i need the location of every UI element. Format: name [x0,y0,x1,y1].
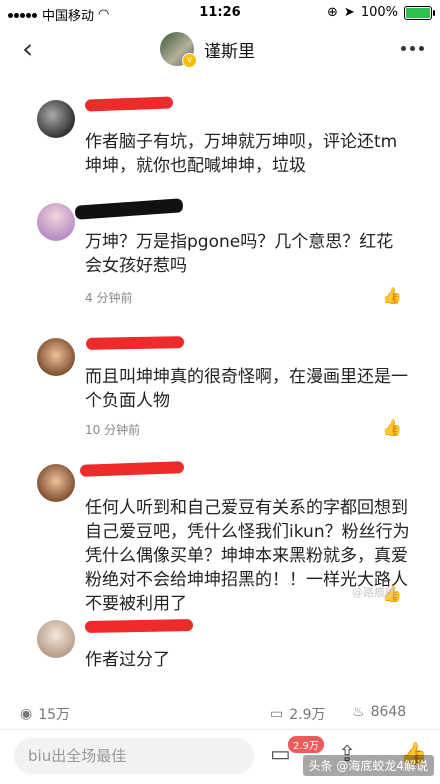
avatar[interactable] [37,203,75,241]
profile-header[interactable]: v 谨斯里 [160,32,255,68]
avatar[interactable] [37,464,75,502]
comment-icon: ▭ [270,706,284,722]
comment-text: 万坤？万是指pgone吗？几个意思？红花会女孩好惹吗 [85,232,394,276]
like-icon: ♨ [352,704,365,720]
footer-watermark: 头条 @海底蛟龙4解说 [302,755,434,776]
views-count: 15万 [38,707,71,723]
nav-bar: ‹ v 谨斯里 [0,26,440,74]
comment-text: 作者脑子有坑，万坤就万坤呗，评论还tm坤坤，就你也配喊坤坤，垃圾 [85,132,398,176]
redaction-mark [85,336,185,350]
eye-icon: ◉ [20,706,33,722]
verified-icon: v [182,53,197,68]
redaction-mark [74,198,184,220]
avatar[interactable]: v [160,32,197,68]
thumb-up-icon[interactable]: 👍 [382,286,402,305]
views-stat: ◉ 15万 [20,704,70,724]
redaction-mark [79,461,185,477]
comment-count-badge: 2.9万 [288,736,324,753]
avatar[interactable] [37,620,75,658]
image-watermark: @路痕德 [352,586,396,599]
comment-text: 作者过分了 [85,650,170,670]
back-icon[interactable]: ‹ [22,35,33,63]
comments-stat[interactable]: ▭ 2.9万 [270,704,326,724]
comment-time: 4 分钟前 [85,291,133,305]
battery-percent: 100% [360,5,398,20]
stats-row: ◉ 15万 ▭ 2.9万 ♨ 8648 [0,700,440,728]
likes-stat[interactable]: ♨ 8648 [352,704,406,720]
comments-count: 2.9万 [289,707,326,723]
page-title: 谨斯里 [204,41,255,62]
redaction-mark [84,619,194,633]
status-bar: 中国移动 ◠ 11:26 ⊕ ➤ 100% [0,0,440,26]
redaction-mark [84,96,174,112]
thumb-up-icon[interactable]: 👍 [382,418,402,437]
location-icon: ➤ [343,5,355,20]
bottom-bar: biu出全场最佳 ▭ 2.9万 ⇪ 👍 头条 @海底蛟龙4解说 [0,729,440,784]
likes-count: 8648 [370,704,407,720]
avatar[interactable] [37,338,75,376]
avatar[interactable] [37,100,75,138]
battery-icon [404,5,435,20]
more-icon[interactable] [401,46,424,51]
lock-rotation-icon: ⊕ [327,5,338,20]
comment-input[interactable]: biu出全场最佳 [14,738,254,774]
comment-time: 10 分钟前 [85,423,141,437]
comment-text: 而且叫坤坤真的很奇怪啊，在漫画里还是一个负面人物 [85,367,408,411]
